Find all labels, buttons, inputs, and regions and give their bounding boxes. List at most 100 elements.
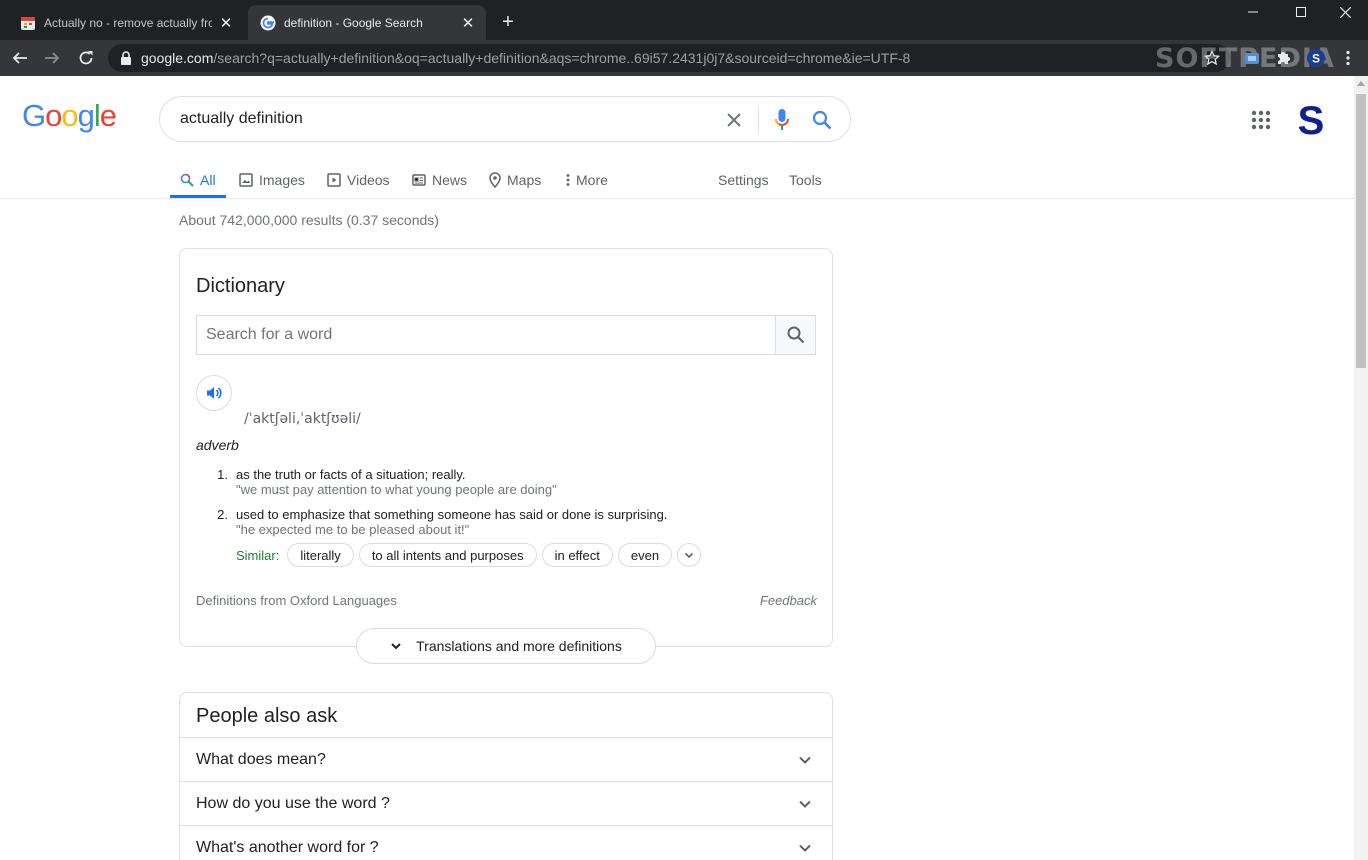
browser-toolbar: google.com/search?q=actually+definition&… — [0, 40, 1368, 76]
search-input[interactable]: actually definition — [180, 110, 303, 128]
pronunciation-button[interactable] — [196, 375, 232, 411]
paa-question[interactable]: How do you use the word ? — [180, 781, 832, 825]
account-avatar[interactable]: S — [1293, 100, 1329, 140]
searchbox-divider — [758, 106, 759, 134]
people-also-ask: People also ask What does mean? How do y… — [179, 692, 833, 860]
tab-images-label: Images — [259, 172, 305, 188]
tab-news[interactable]: News — [412, 162, 467, 198]
chevron-down-icon — [685, 552, 694, 559]
google-results-page: Google actually definition S All Images … — [0, 76, 1354, 860]
definition-example: "he expected me to be pleased about it!" — [236, 522, 470, 537]
scrollbar-thumb[interactable] — [1356, 94, 1366, 368]
map-pin-icon — [489, 172, 501, 188]
logo-letter: g — [77, 98, 95, 133]
paa-question-text: What does mean? — [196, 751, 326, 768]
word-search-placeholder: Search for a word — [206, 326, 333, 343]
definition-number: 1. — [217, 467, 228, 482]
more-definitions-button[interactable]: Translations and more definitions — [356, 628, 656, 664]
paa-question-text: How do you use the word ? — [196, 795, 390, 812]
clear-icon[interactable] — [722, 108, 746, 132]
similar-chip[interactable]: even — [617, 543, 673, 567]
calendar-favicon-icon — [21, 16, 35, 30]
definition-text: used to emphasize that something someone… — [236, 507, 668, 522]
address-bar[interactable]: google.com/search?q=actually+definition&… — [108, 44, 1230, 72]
tab-more[interactable]: More — [566, 162, 608, 198]
tab-images[interactable]: Images — [239, 162, 305, 198]
news-icon — [412, 174, 426, 186]
word-search-button[interactable] — [775, 316, 815, 354]
browser-tab-2[interactable]: definition - Google Search ✕ — [248, 5, 486, 40]
search-box[interactable]: actually definition — [159, 96, 851, 142]
similar-chip[interactable]: literally — [287, 543, 354, 567]
avatar-letter: S — [1298, 100, 1325, 140]
paa-title: People also ask — [196, 705, 338, 727]
more-vert-icon — [566, 174, 570, 186]
tab-settings-label: Settings — [718, 172, 769, 188]
tab-all[interactable]: All — [170, 162, 226, 198]
puzzle-icon[interactable] — [1273, 48, 1293, 68]
extension-icon[interactable] — [1242, 48, 1262, 68]
video-icon — [327, 173, 341, 187]
page-scrollbar[interactable] — [1354, 76, 1368, 860]
paa-question[interactable]: What does mean? — [180, 737, 832, 781]
search-small-icon — [180, 173, 194, 187]
google-apps-icon[interactable] — [1250, 109, 1272, 131]
chevron-down-icon — [799, 756, 811, 764]
chevron-down-icon — [799, 800, 811, 808]
menu-icon[interactable] — [1338, 48, 1358, 68]
url-host: google.com — [141, 50, 214, 66]
similar-chip[interactable]: to all intents and purposes — [358, 543, 537, 567]
new-tab-button[interactable]: + — [494, 8, 522, 36]
back-icon[interactable] — [6, 44, 34, 72]
logo-letter: o — [45, 98, 62, 133]
definition-example: "we must pay attention to what young peo… — [236, 482, 557, 497]
definition-text: as the truth or facts of a situation; re… — [236, 467, 466, 482]
speaker-icon — [207, 387, 222, 399]
scroll-up-icon[interactable] — [1357, 81, 1365, 86]
dictionary-card: Dictionary Search for a word /ˈaktʃəli,ˈ… — [179, 248, 833, 647]
tab-title: Actually no - remove actually fro — [44, 15, 212, 30]
star-icon[interactable] — [1202, 48, 1222, 68]
lock-icon — [121, 51, 131, 65]
minimize-icon[interactable] — [1230, 0, 1276, 24]
google-logo[interactable]: Google — [22, 98, 117, 134]
more-definitions-label: Translations and more definitions — [416, 638, 622, 654]
close-tab-icon[interactable]: ✕ — [460, 15, 476, 32]
reload-icon[interactable] — [72, 44, 100, 72]
close-window-icon[interactable] — [1322, 0, 1368, 24]
tab-maps[interactable]: Maps — [489, 162, 541, 198]
browser-titlebar: Actually no - remove actually fro ✕ defi… — [0, 0, 1368, 40]
paa-question[interactable]: What's another word for ? — [180, 825, 832, 860]
close-tab-icon[interactable]: ✕ — [218, 15, 234, 32]
similar-chip[interactable]: in effect — [541, 543, 613, 567]
dictionary-source: Definitions from Oxford Languages — [196, 593, 397, 608]
tab-settings[interactable]: Settings — [718, 162, 769, 198]
profile-icon[interactable]: S — [1306, 48, 1326, 68]
forward-icon[interactable] — [38, 44, 66, 72]
google-favicon-icon — [260, 15, 276, 30]
feedback-link[interactable]: Feedback — [760, 593, 817, 608]
microphone-icon[interactable] — [770, 108, 794, 132]
tab-videos[interactable]: Videos — [327, 162, 390, 198]
tab-tools[interactable]: Tools — [789, 162, 822, 198]
search-tabs: All Images Videos News Maps More Setting… — [0, 162, 1354, 199]
word-search-field[interactable]: Search for a word — [196, 315, 816, 355]
part-of-speech: adverb — [196, 437, 239, 453]
paa-question-text: What's another word for ? — [196, 839, 379, 856]
search-icon — [787, 326, 804, 344]
chevron-down-icon — [391, 643, 401, 650]
logo-letter: G — [22, 98, 46, 133]
maximize-icon[interactable] — [1278, 0, 1324, 24]
expand-similar-button[interactable] — [677, 543, 702, 567]
tab-videos-label: Videos — [347, 172, 390, 188]
similar-label: Similar: — [236, 547, 280, 563]
tab-more-label: More — [576, 172, 608, 188]
search-icon[interactable] — [810, 108, 834, 132]
definition-number: 2. — [217, 507, 228, 522]
browser-tab-1[interactable]: Actually no - remove actually fro ✕ — [8, 5, 244, 40]
tab-maps-label: Maps — [507, 172, 542, 188]
chevron-down-icon — [799, 844, 811, 852]
similar-words: Similar: literally to all intents and pu… — [236, 543, 702, 567]
tab-tools-label: Tools — [789, 172, 822, 188]
url-path: /search?q=actually+definition&oq=actuall… — [213, 50, 911, 66]
